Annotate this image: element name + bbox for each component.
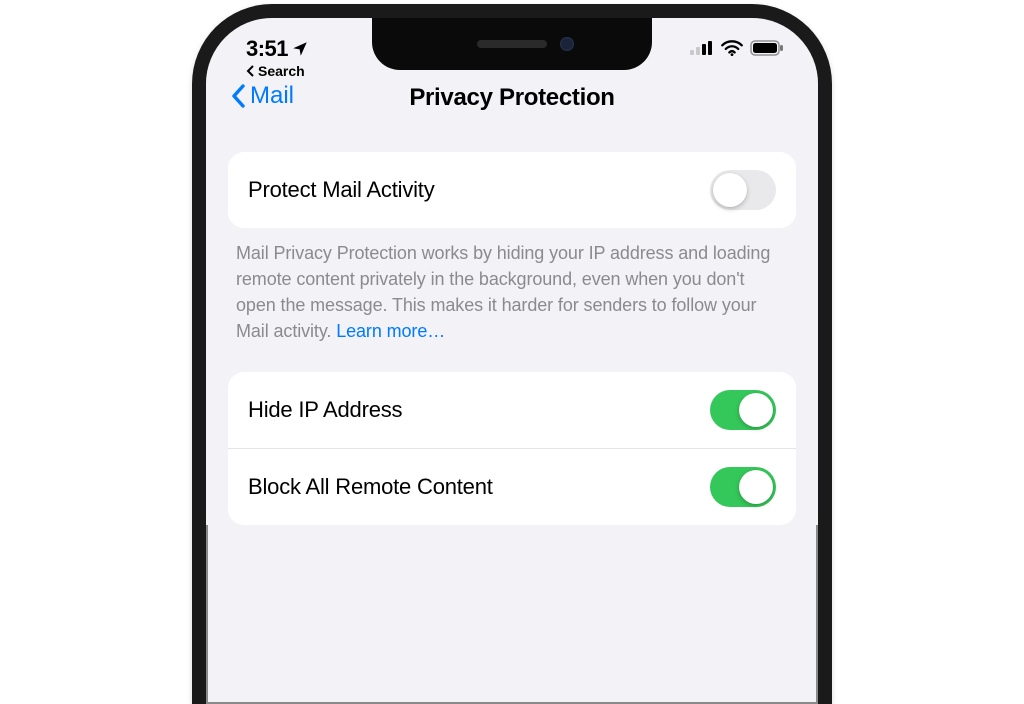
back-button[interactable]: Mail (230, 82, 294, 110)
toggle-knob (739, 470, 773, 504)
toggle-hide-ip-address[interactable] (710, 390, 776, 430)
back-label: Mail (250, 82, 294, 110)
row-block-all-remote-content[interactable]: Block All Remote Content (228, 448, 796, 525)
group-additional-privacy: Hide IP Address Block All Remote Content (228, 372, 796, 525)
group-protect-mail: Protect Mail Activity (228, 152, 796, 228)
toggle-block-all-remote-content[interactable] (710, 467, 776, 507)
learn-more-link[interactable]: Learn more… (336, 321, 445, 341)
screen: 3:51 Search (206, 18, 818, 525)
speaker-grille (477, 40, 547, 48)
front-camera (560, 37, 574, 51)
footer-description: Mail Privacy Protection works by hiding … (236, 243, 770, 341)
group-footer-protect-mail: Mail Privacy Protection works by hiding … (206, 228, 818, 344)
row-label: Protect Mail Activity (248, 177, 435, 203)
nav-bar: Mail Privacy Protection (206, 72, 818, 130)
battery-icon (750, 40, 784, 61)
status-time: 3:51 (246, 36, 288, 62)
toggle-protect-mail-activity[interactable] (710, 170, 776, 210)
iphone-frame: 3:51 Search (192, 4, 832, 704)
row-label: Hide IP Address (248, 397, 402, 423)
device-notch (372, 18, 652, 70)
toggle-knob (739, 393, 773, 427)
chevron-left-icon (230, 84, 246, 108)
wifi-icon (720, 40, 744, 61)
location-icon (291, 40, 309, 58)
row-protect-mail-activity[interactable]: Protect Mail Activity (228, 152, 796, 228)
row-hide-ip-address[interactable]: Hide IP Address (228, 372, 796, 448)
page-title: Privacy Protection (409, 84, 614, 112)
cellular-icon (690, 40, 714, 61)
toggle-knob (713, 173, 747, 207)
row-label: Block All Remote Content (248, 474, 493, 500)
